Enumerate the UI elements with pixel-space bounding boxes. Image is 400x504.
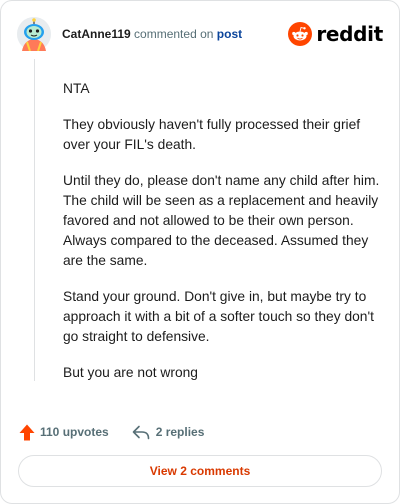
replies-button[interactable]: 2 replies xyxy=(132,425,205,440)
comment-body: NTA They obviously haven't fully process… xyxy=(63,79,381,399)
reddit-wordmark: reddit xyxy=(316,22,383,46)
view-comments-button[interactable]: View 2 comments xyxy=(18,455,382,487)
username-link[interactable]: CatAnne119 xyxy=(62,27,131,41)
reddit-snoo-icon xyxy=(288,22,313,46)
comment-paragraph: Stand your ground. Don't give in, but ma… xyxy=(63,289,374,344)
byline-action: commented on xyxy=(134,27,214,41)
reply-count: 2 replies xyxy=(155,425,205,439)
comment-paragraph: They obviously haven't fully processed t… xyxy=(63,117,361,152)
upvote-button[interactable]: 110 upvotes xyxy=(19,424,109,441)
byline: CatAnne119 commented on post xyxy=(62,27,242,41)
comment-header: CatAnne119 commented on post reddit xyxy=(17,17,383,52)
post-link[interactable]: post xyxy=(217,27,242,41)
upvote-count: 110 upvotes xyxy=(40,425,109,439)
comment-card: CatAnne119 commented on post reddit NTA … xyxy=(0,0,400,504)
comment-paragraph: Until they do, please don't name any chi… xyxy=(63,173,380,268)
comment-paragraph: But you are not wrong xyxy=(63,365,198,380)
comment-actions: 110 upvotes 2 replies xyxy=(19,422,204,442)
avatar[interactable] xyxy=(17,17,51,52)
thread-line xyxy=(34,59,35,381)
upvote-arrow-icon xyxy=(19,424,35,440)
comment-paragraph: NTA xyxy=(63,81,90,96)
reply-arrow-icon xyxy=(132,425,150,439)
reddit-logo[interactable]: reddit xyxy=(288,21,383,47)
